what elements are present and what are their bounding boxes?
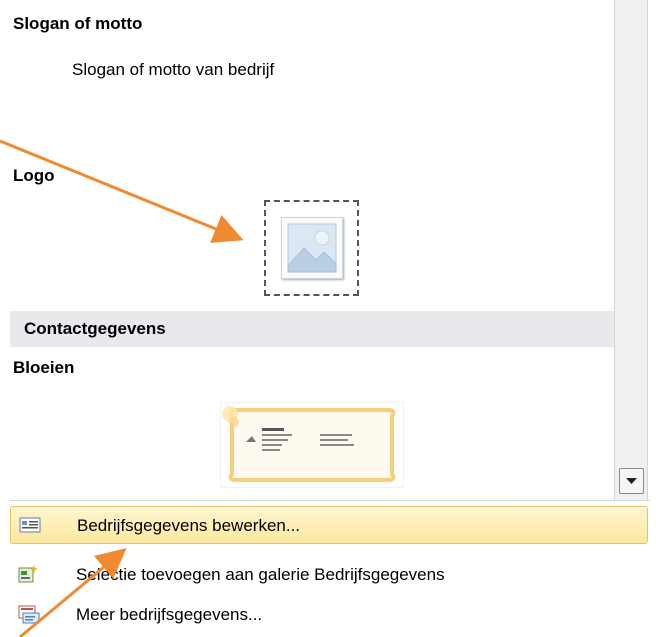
business-info-gallery-panel: Slogan of motto Slogan of motto van bedr… [0, 0, 656, 637]
annotation-arrows [0, 139, 244, 637]
arrow-to-logo [0, 139, 244, 243]
arrow-to-edit-menu [19, 548, 127, 637]
